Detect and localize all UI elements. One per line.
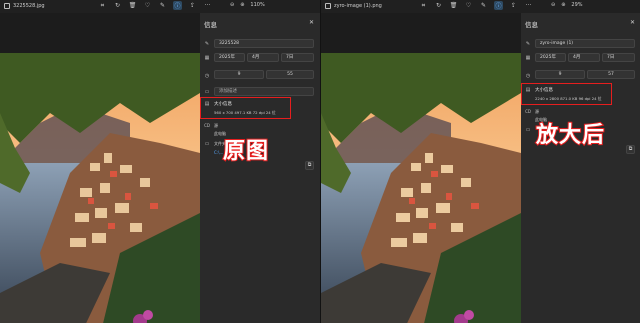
- zoom-in-icon[interactable]: ⊕: [561, 2, 565, 8]
- more-icon[interactable]: ···: [203, 1, 212, 10]
- file-icon: [4, 3, 10, 9]
- name-field[interactable]: 3225528: [214, 39, 314, 48]
- folder-icon: ▭: [525, 127, 531, 133]
- date-year[interactable]: 2025年: [214, 53, 245, 62]
- zoom-out-icon[interactable]: ⊖: [230, 2, 234, 8]
- photo: [0, 53, 200, 323]
- copy-icon[interactable]: ⧉: [626, 145, 635, 154]
- zoom-controls: ⊖ ⊕ 29%: [551, 2, 583, 8]
- edit-icon[interactable]: ✎: [158, 1, 167, 10]
- calendar-icon: ▦: [525, 55, 531, 61]
- date-month[interactable]: 4月: [247, 53, 279, 62]
- clock-icon: ◷: [204, 73, 210, 79]
- close-icon[interactable]: ✕: [309, 19, 314, 26]
- calendar-icon: ▦: [204, 55, 210, 61]
- source-label: 源: [535, 109, 539, 114]
- filename: zyro-image (1).png: [334, 3, 382, 9]
- clock-icon: ◷: [525, 73, 531, 79]
- panel-title: 信息: [525, 21, 538, 29]
- overlay-label: 放大后: [535, 122, 606, 149]
- filename: 3225528.jpg: [13, 3, 45, 9]
- time-hour[interactable]: 9: [535, 70, 585, 79]
- size-icon: ▤: [204, 101, 210, 107]
- zoom-level: 110%: [250, 2, 265, 8]
- toolbar: ⌗ ↻ 🗑 ♡ ✎ ⓘ ⇪ ···: [98, 1, 212, 10]
- photo-artwork: [0, 53, 200, 323]
- left-photo-window: 3225528.jpg ⌗ ↻ 🗑 ♡ ✎ ⓘ ⇪ ··· ⊖ ⊕ 110% 信…: [0, 0, 320, 323]
- folder-link[interactable]: C:\...: [214, 150, 223, 155]
- trash-icon[interactable]: 🗑: [128, 1, 137, 10]
- date-month[interactable]: 4月: [568, 53, 600, 62]
- time-minute[interactable]: 57: [587, 70, 635, 79]
- rotate-icon[interactable]: ↻: [113, 1, 122, 10]
- overlay-label: 原图: [222, 138, 270, 165]
- zoom-controls: ⊖ ⊕ 110%: [230, 2, 265, 8]
- size-meta: 2240 x 2800 871.0 KB 96 dpi 24 位: [535, 96, 602, 101]
- size-meta: 560 x 700 497.1 KB 72 dpi 24 位: [214, 110, 276, 115]
- date-day[interactable]: 7日: [281, 53, 314, 62]
- titlebar: 3225528.jpg ⌗ ↻ 🗑 ♡ ✎ ⓘ ⇪ ··· ⊖ ⊕ 110%: [0, 0, 320, 13]
- date-year[interactable]: 2025年: [535, 53, 566, 62]
- info-icon[interactable]: ⓘ: [173, 1, 182, 10]
- caption-icon: ▭: [204, 89, 210, 95]
- cd-icon: CD: [204, 123, 210, 128]
- edit-icon[interactable]: ✎: [479, 1, 488, 10]
- share-icon[interactable]: ⇪: [188, 1, 197, 10]
- copy-icon[interactable]: ⧉: [305, 161, 314, 170]
- trash-icon[interactable]: 🗑: [449, 1, 458, 10]
- time-minute[interactable]: 55: [266, 70, 314, 79]
- size-title: 大小信息: [535, 88, 553, 93]
- photo-artwork: [321, 53, 521, 323]
- titlebar: zyro-image (1).png ⌗ ↻ 🗑 ♡ ✎ ⓘ ⇪ ··· ⊖ ⊕…: [321, 0, 640, 13]
- crop-icon[interactable]: ⌗: [98, 1, 107, 10]
- panel-title: 信息: [204, 21, 217, 29]
- size-icon: ▤: [525, 87, 531, 93]
- image-viewer[interactable]: [0, 13, 200, 323]
- info-icon[interactable]: ⓘ: [494, 1, 503, 10]
- rotate-icon[interactable]: ↻: [434, 1, 443, 10]
- info-panel: 信息 ✕ ✎ zyro-image (1) ▦ 2025年 4月 7日 ◷ 9 …: [521, 13, 640, 323]
- name-icon: ✎: [204, 41, 210, 47]
- file-tab[interactable]: 3225528.jpg: [4, 3, 45, 9]
- heart-icon[interactable]: ♡: [464, 1, 473, 10]
- zoom-in-icon[interactable]: ⊕: [240, 2, 244, 8]
- photo: [321, 53, 521, 323]
- file-tab[interactable]: zyro-image (1).png: [325, 3, 382, 9]
- folder-icon: ▭: [204, 141, 210, 147]
- time-hour[interactable]: 9: [214, 70, 264, 79]
- share-icon[interactable]: ⇪: [509, 1, 518, 10]
- close-icon[interactable]: ✕: [630, 19, 635, 26]
- size-title: 大小信息: [214, 102, 232, 107]
- crop-icon[interactable]: ⌗: [419, 1, 428, 10]
- zoom-out-icon[interactable]: ⊖: [551, 2, 555, 8]
- cd-icon: CD: [525, 109, 531, 114]
- caption-field[interactable]: 添加描述: [214, 87, 314, 96]
- file-icon: [325, 3, 331, 9]
- zoom-level: 29%: [571, 2, 583, 8]
- more-icon[interactable]: ···: [524, 1, 533, 10]
- name-icon: ✎: [525, 41, 531, 47]
- toolbar: ⌗ ↻ 🗑 ♡ ✎ ⓘ ⇪ ···: [419, 1, 533, 10]
- source-label: 源: [214, 123, 218, 128]
- image-viewer[interactable]: [321, 13, 521, 323]
- info-panel: 信息 ✕ ✎ 3225528 ▦ 2025年 4月 7日 ◷ 9 55 ▭ 添加…: [200, 13, 320, 323]
- date-day[interactable]: 7日: [602, 53, 635, 62]
- right-photo-window: zyro-image (1).png ⌗ ↻ 🗑 ♡ ✎ ⓘ ⇪ ··· ⊖ ⊕…: [320, 0, 640, 323]
- heart-icon[interactable]: ♡: [143, 1, 152, 10]
- name-field[interactable]: zyro-image (1): [535, 39, 635, 48]
